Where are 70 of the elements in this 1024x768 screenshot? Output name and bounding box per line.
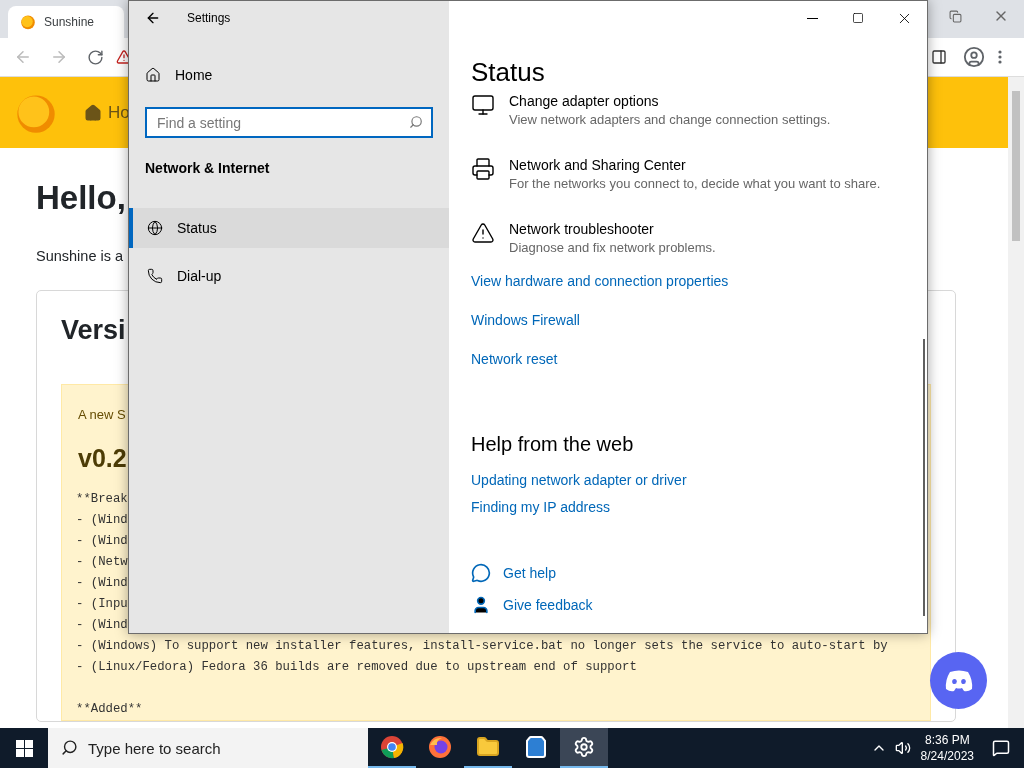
monitor-icon bbox=[471, 93, 495, 117]
release-note-line: - (Wind bbox=[76, 533, 128, 550]
minimize-icon bbox=[806, 17, 818, 19]
profile-icon bbox=[963, 46, 985, 68]
windows-logo-icon bbox=[15, 739, 33, 757]
shopping-bag-icon bbox=[524, 735, 548, 759]
intro-text: Sunshine is a bbox=[36, 248, 124, 264]
reload-icon bbox=[86, 48, 104, 66]
controller-icon bbox=[943, 668, 974, 693]
browser-icon bbox=[428, 735, 452, 759]
scrollbar[interactable] bbox=[923, 339, 925, 616]
house-icon bbox=[145, 67, 161, 83]
help-link[interactable]: Updating network adapter or driver bbox=[471, 472, 687, 488]
settings-link[interactable]: Network reset bbox=[471, 351, 558, 367]
clock[interactable]: 8:36 PM 8/24/2023 bbox=[920, 732, 974, 764]
support-link[interactable]: Get help bbox=[471, 563, 556, 583]
settings-link[interactable]: Windows Firewall bbox=[471, 312, 580, 328]
warning-icon bbox=[471, 221, 495, 245]
settings-link[interactable]: View hardware and connection properties bbox=[471, 273, 729, 289]
version-title: v0.2 bbox=[78, 444, 127, 473]
more-icon bbox=[998, 50, 1002, 64]
phone-icon bbox=[147, 268, 163, 284]
search-icon bbox=[409, 115, 423, 129]
nav-item[interactable]: Status bbox=[129, 208, 449, 248]
release-note-line: - (Wind bbox=[76, 575, 128, 592]
settings-option[interactable]: Network and Sharing Center For the networks you connect to, decide what you want to share. bbox=[471, 157, 927, 191]
settings-option[interactable]: Network troubleshooter Diagnose and fix network problems. bbox=[471, 221, 927, 255]
printer-icon bbox=[471, 157, 495, 181]
release-note-line: - (Wind bbox=[76, 512, 128, 529]
back-button[interactable] bbox=[145, 10, 161, 26]
nav-item[interactable]: Dial-up bbox=[129, 256, 449, 296]
settings-option[interactable]: Change adapter options View network adapters and change connection settings. bbox=[471, 93, 927, 127]
house-icon bbox=[84, 103, 102, 122]
home-nav-item[interactable]: Home bbox=[129, 55, 449, 95]
side-panel-icon bbox=[931, 49, 947, 65]
scrollbar[interactable] bbox=[1008, 77, 1024, 728]
notification-icon[interactable] bbox=[992, 739, 1010, 757]
window-title: Settings bbox=[187, 11, 231, 25]
release-note-line: **Break bbox=[76, 491, 128, 508]
restore-icon bbox=[948, 9, 962, 23]
sun-logo bbox=[20, 14, 36, 30]
section-heading: Help from the web bbox=[471, 433, 635, 456]
support-link[interactable]: Give feedback bbox=[471, 595, 593, 615]
browser-tab[interactable]: Sunshine bbox=[8, 6, 124, 38]
alert-text: A new S bbox=[78, 407, 126, 422]
maximize-icon bbox=[852, 12, 864, 24]
page-heading: Hello, bbox=[36, 178, 126, 218]
globe-icon bbox=[147, 220, 163, 236]
chat-icon bbox=[471, 563, 491, 583]
taskbar-search-field[interactable]: Type here to search bbox=[48, 728, 368, 768]
folder-icon bbox=[476, 735, 500, 759]
release-note-line: - (Inpu bbox=[76, 596, 128, 613]
volume-icon[interactable] bbox=[894, 740, 911, 756]
browser-icon bbox=[380, 735, 404, 759]
page-title: Status bbox=[471, 57, 546, 87]
release-note-line: **Added** bbox=[76, 701, 143, 718]
tab-title: Sunshine bbox=[44, 15, 95, 29]
release-note-line: - (Windows) To support new installer features, install-service.bat no longer sets the service to auto-start by bbox=[76, 638, 888, 655]
person-icon bbox=[471, 595, 491, 615]
search-icon bbox=[61, 739, 78, 756]
taskbar-app-button[interactable] bbox=[560, 728, 608, 768]
release-note-line: - (Netw bbox=[76, 554, 128, 571]
help-link[interactable]: Finding my IP address bbox=[471, 499, 611, 515]
release-note-line: - (Wind bbox=[76, 617, 128, 634]
section-heading: Network & Internet bbox=[144, 160, 271, 176]
search-field[interactable]: Find a setting bbox=[145, 107, 433, 138]
gear-icon bbox=[573, 736, 595, 758]
forward-arrow-icon bbox=[50, 48, 68, 66]
card-title: Versi bbox=[61, 315, 126, 346]
release-note-line: - (Linux/Fedora) Fedora 36 builds are removed due to upstream end of support bbox=[76, 659, 637, 676]
